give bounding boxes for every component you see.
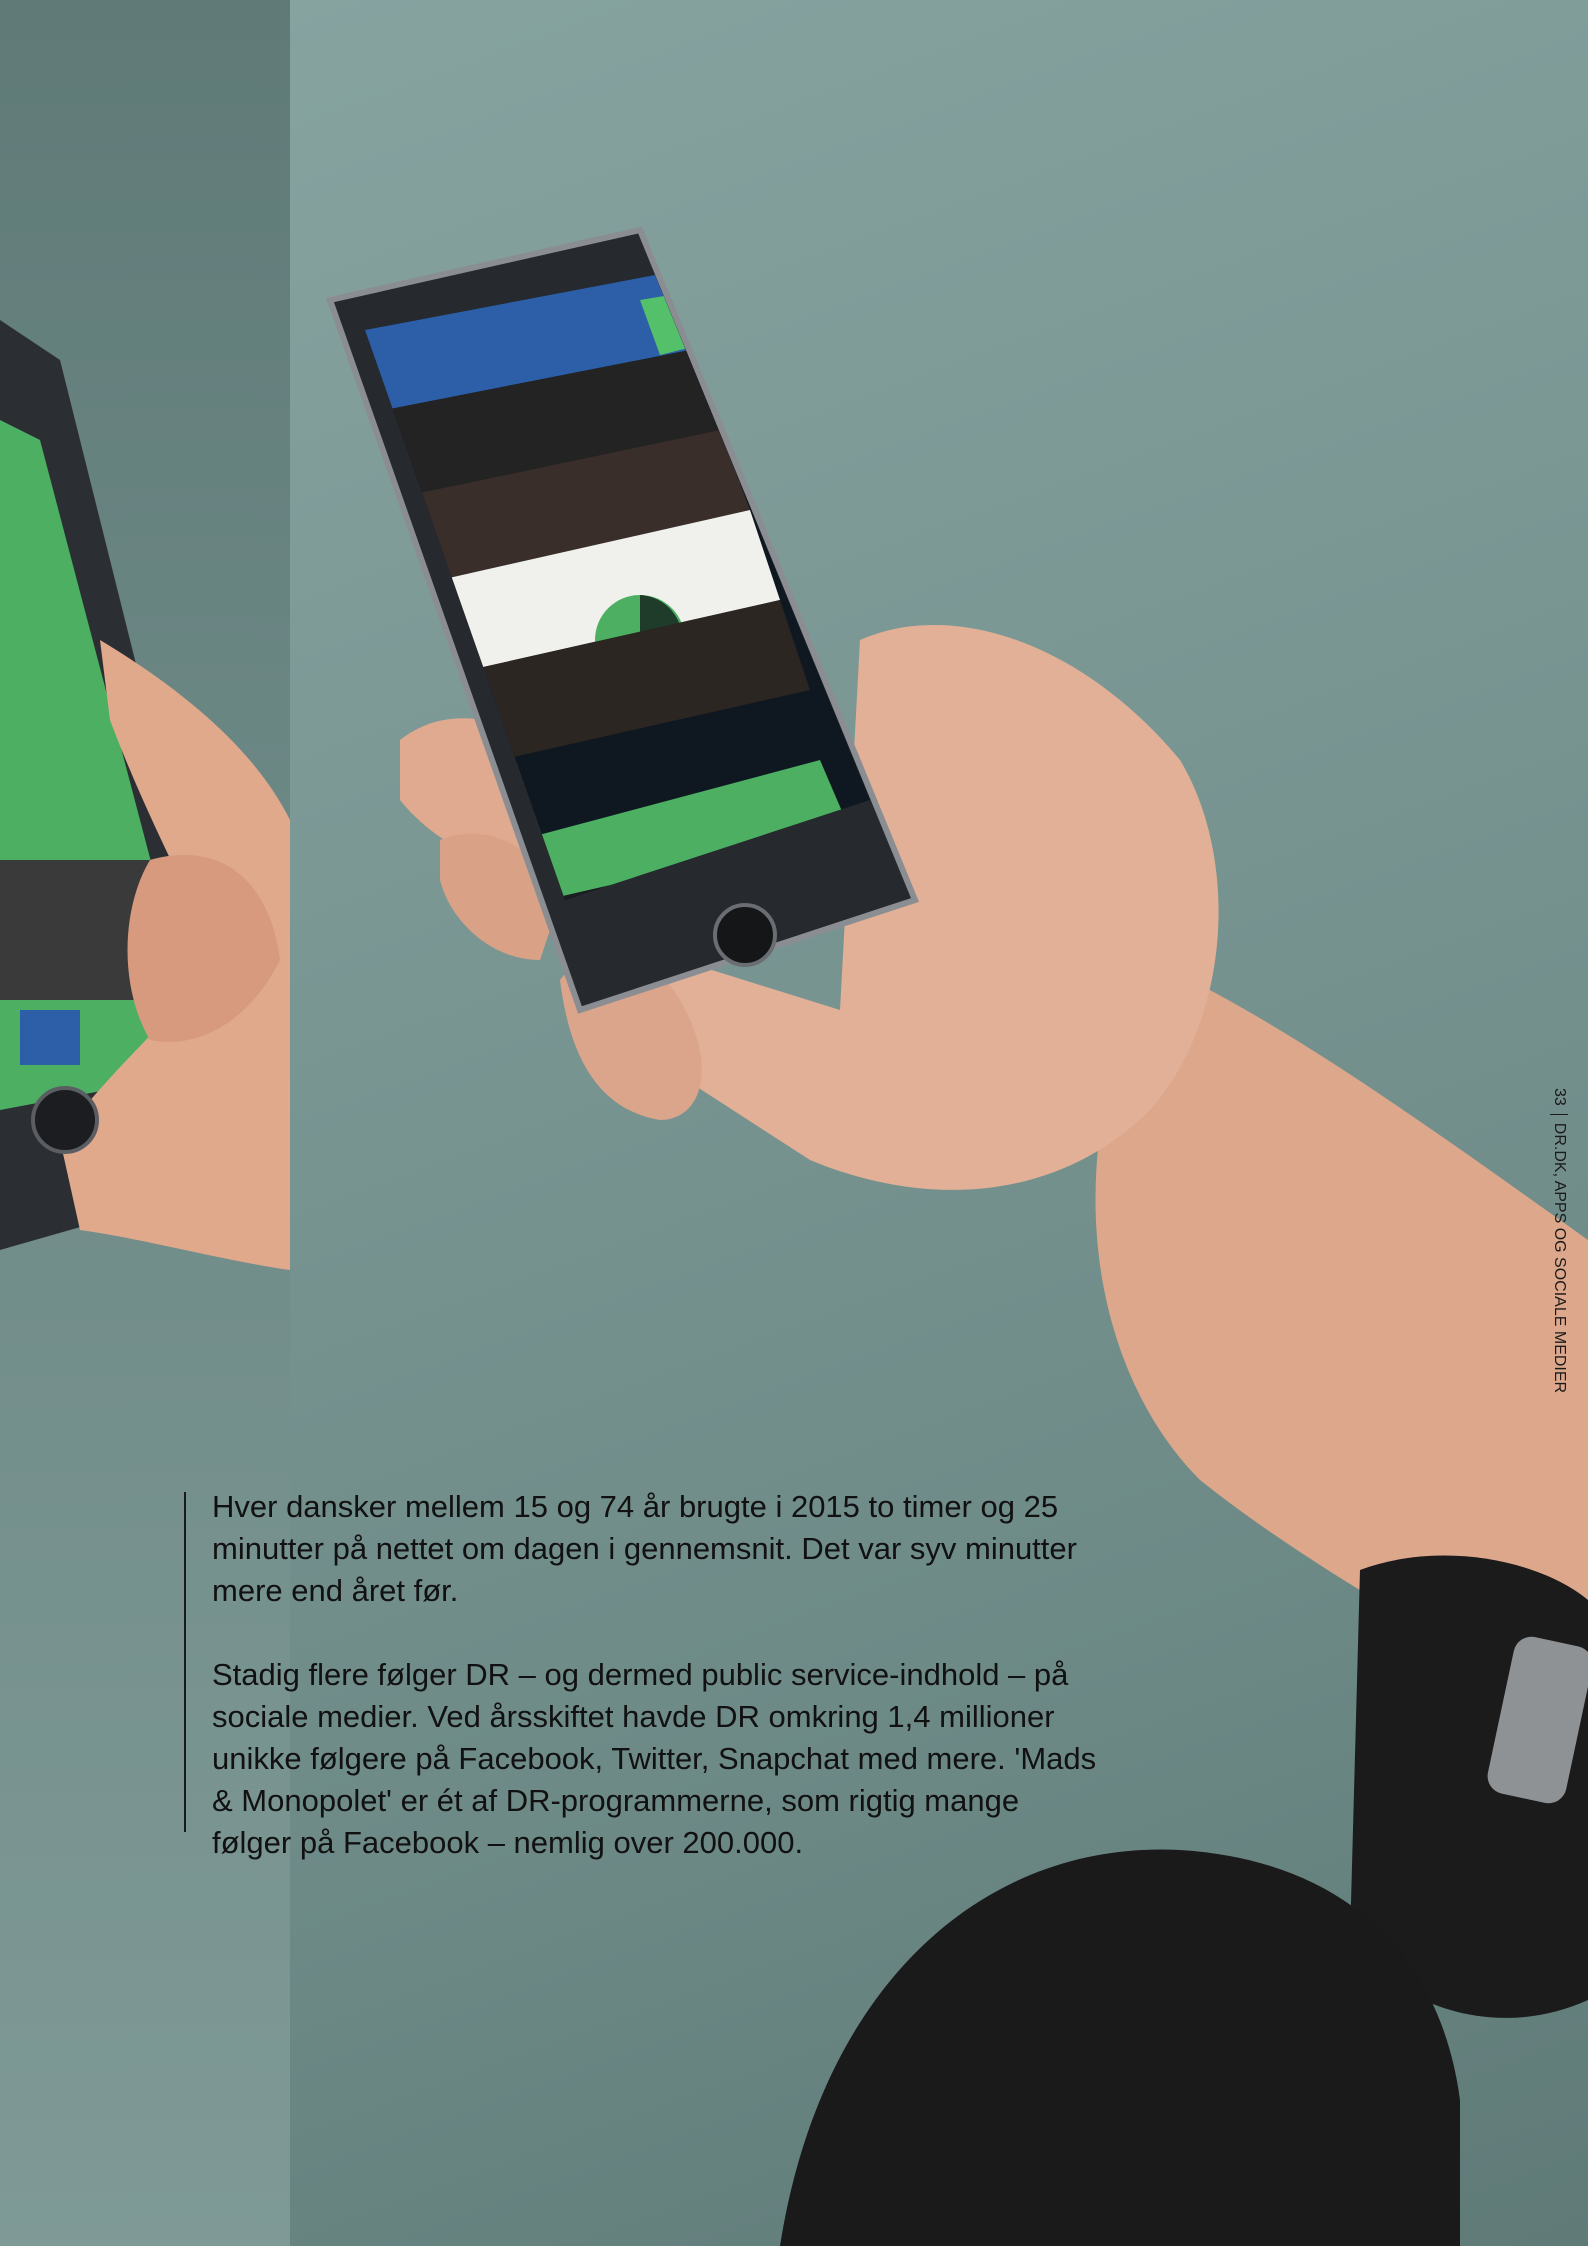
phone-photo <box>0 226 1588 2246</box>
text-rule <box>184 1492 186 1832</box>
right-photo <box>326 226 1588 2246</box>
paragraph-1: Hver dansker mellem 15 og 74 år brugte i… <box>212 1489 1077 1608</box>
paragraph-2: Stadig flere følger DR – og dermed publi… <box>212 1657 1097 1860</box>
header-separator <box>1550 1113 1568 1115</box>
section-title: DR.DK, APPS OG SOCIALE MEDIER <box>1551 1122 1568 1394</box>
left-strip-photo <box>0 320 290 1270</box>
page-number: 33 <box>1551 1088 1568 1106</box>
page: 33 DR.DK, APPS OG SOCIALE MEDIER Hver da… <box>0 0 1588 2246</box>
body-text-block: Hver dansker mellem 15 og 74 år brugte i… <box>184 1486 1104 1860</box>
running-header: 33 DR.DK, APPS OG SOCIALE MEDIER <box>1546 1088 1576 1393</box>
